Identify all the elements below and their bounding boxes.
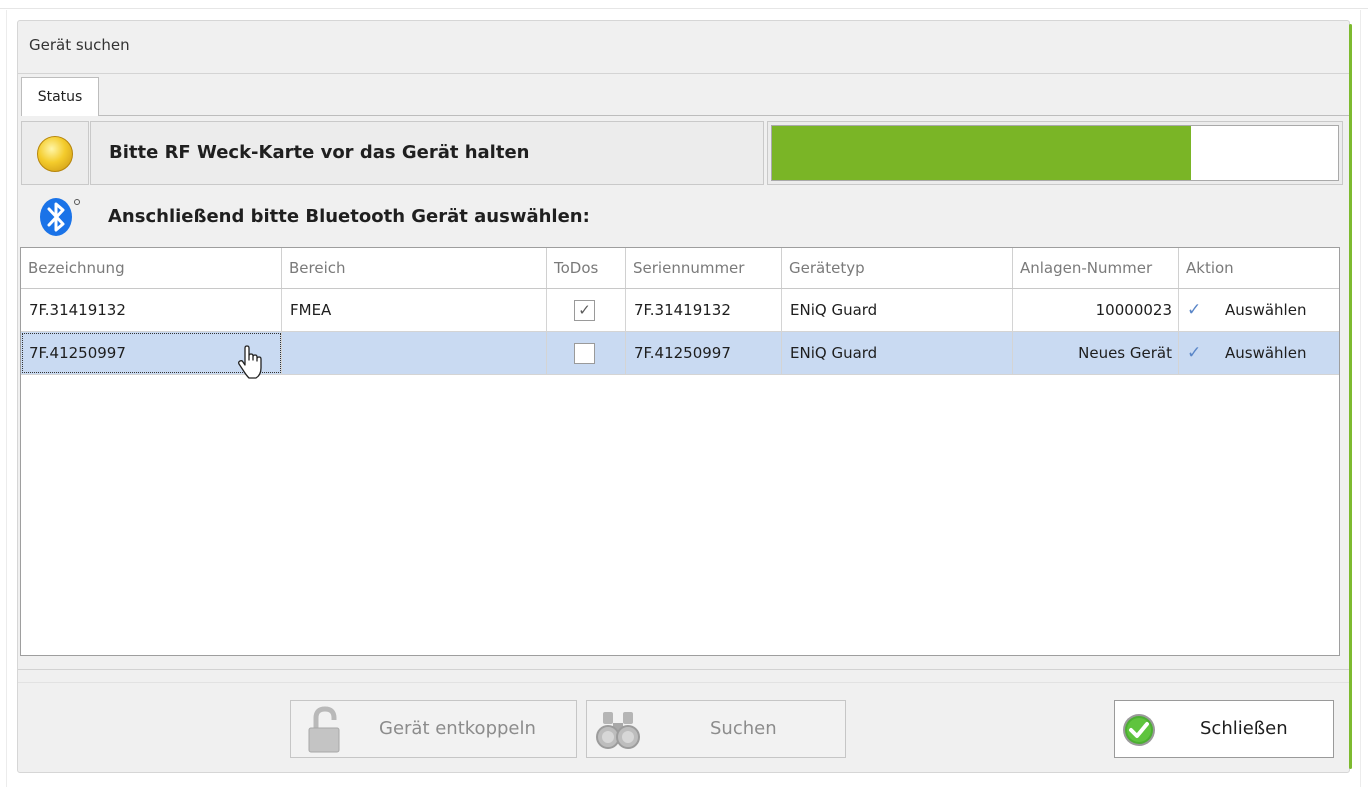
cell-bereich[interactable] xyxy=(282,332,547,374)
status-panel: Bitte RF Weck-Karte vor das Gerät halten xyxy=(21,121,1343,185)
cell-bezeichnung-text: 7F.41250997 xyxy=(29,344,126,362)
status-message-box: Bitte RF Weck-Karte vor das Gerät halten xyxy=(90,121,764,185)
todos-checkbox[interactable]: ✓ xyxy=(574,300,595,321)
checkmark-icon: ✓ xyxy=(1187,300,1202,320)
close-button[interactable]: Schließen xyxy=(1114,700,1334,758)
status-led-icon xyxy=(37,136,73,172)
column-header-bereich[interactable]: Bereich xyxy=(282,248,547,288)
column-header-seriennummer[interactable]: Seriennummer xyxy=(626,248,782,288)
search-label: Suchen xyxy=(710,718,777,739)
unpair-device-button[interactable]: Gerät entkoppeln xyxy=(290,700,577,758)
device-table: Bezeichnung Bereich ToDos Seriennummer G… xyxy=(20,247,1340,656)
bluetooth-prompt: Anschließend bitte Bluetooth Gerät auswä… xyxy=(18,186,1349,246)
bluetooth-message: Anschließend bitte Bluetooth Gerät auswä… xyxy=(108,206,590,227)
table-row[interactable]: 7F.41250997 7F.41250997 ENiQ Guard Neues… xyxy=(21,332,1339,379)
page-left-border xyxy=(6,10,7,787)
cell-anlagen-nummer[interactable]: 10000023 xyxy=(1013,289,1179,331)
page-top-border xyxy=(0,0,1368,9)
cell-anlagen-nummer[interactable]: Neues Gerät xyxy=(1013,332,1179,374)
table-row[interactable]: 7F.31419132 FMEA ✓ 7F.31419132 ENiQ Guar… xyxy=(21,289,1339,332)
todos-checkbox[interactable] xyxy=(574,343,595,364)
progress-bar xyxy=(771,125,1339,181)
select-device-action[interactable]: ✓ Auswählen xyxy=(1179,289,1339,331)
search-button[interactable]: Suchen xyxy=(586,700,846,758)
unpair-device-label: Gerät entkoppeln xyxy=(379,718,536,739)
action-label: Auswählen xyxy=(1225,344,1307,362)
status-message: Bitte RF Weck-Karte vor das Gerät halten xyxy=(109,142,530,163)
action-label: Auswählen xyxy=(1225,301,1307,319)
dialog-accent-border xyxy=(1349,24,1352,769)
tab-strip: Status xyxy=(18,74,1349,116)
binoculars-icon xyxy=(593,709,649,756)
column-header-anlagen-nummer[interactable]: Anlagen-Nummer xyxy=(1013,248,1179,288)
checkmark-icon: ✓ xyxy=(1187,343,1202,363)
select-device-action[interactable]: ✓ Auswählen xyxy=(1179,332,1339,374)
tab-status[interactable]: Status xyxy=(21,77,99,116)
dialog-title: Gerät suchen xyxy=(29,36,130,54)
cell-seriennummer[interactable]: 7F.41250997 xyxy=(626,332,782,374)
search-device-dialog: Gerät suchen Status Bitte RF Weck-Karte … xyxy=(17,20,1350,773)
column-header-aktion[interactable]: Aktion xyxy=(1179,248,1339,288)
cell-bezeichnung[interactable]: 7F.31419132 xyxy=(21,289,282,331)
cell-bezeichnung[interactable]: 7F.41250997 xyxy=(21,332,282,379)
status-indicator-box xyxy=(21,121,89,185)
cell-seriennummer[interactable]: 7F.31419132 xyxy=(626,289,782,331)
cell-bereich[interactable]: FMEA xyxy=(282,289,547,331)
page-right-border xyxy=(1360,10,1361,787)
cell-todos[interactable]: ✓ xyxy=(547,289,626,331)
divider xyxy=(18,669,1349,670)
divider xyxy=(18,682,1349,683)
column-header-geraetetyp[interactable]: Gerätetyp xyxy=(782,248,1013,288)
hand-cursor-icon xyxy=(237,345,267,397)
close-label: Schließen xyxy=(1200,718,1288,739)
progress-container xyxy=(767,121,1343,185)
cell-geraetetyp[interactable]: ENiQ Guard xyxy=(782,332,1013,374)
bluetooth-icon xyxy=(38,197,82,241)
cell-geraetetyp[interactable]: ENiQ Guard xyxy=(782,289,1013,331)
column-header-bezeichnung[interactable]: Bezeichnung xyxy=(21,248,282,288)
tab-underline xyxy=(99,115,1349,116)
progress-fill xyxy=(772,126,1191,180)
unlocked-padlock-icon xyxy=(305,706,347,759)
green-check-icon xyxy=(1121,712,1157,753)
column-header-todos[interactable]: ToDos xyxy=(547,248,626,288)
cell-todos[interactable] xyxy=(547,332,626,374)
table-header: Bezeichnung Bereich ToDos Seriennummer G… xyxy=(21,248,1339,289)
dialog-title-bar: Gerät suchen xyxy=(18,21,1349,74)
